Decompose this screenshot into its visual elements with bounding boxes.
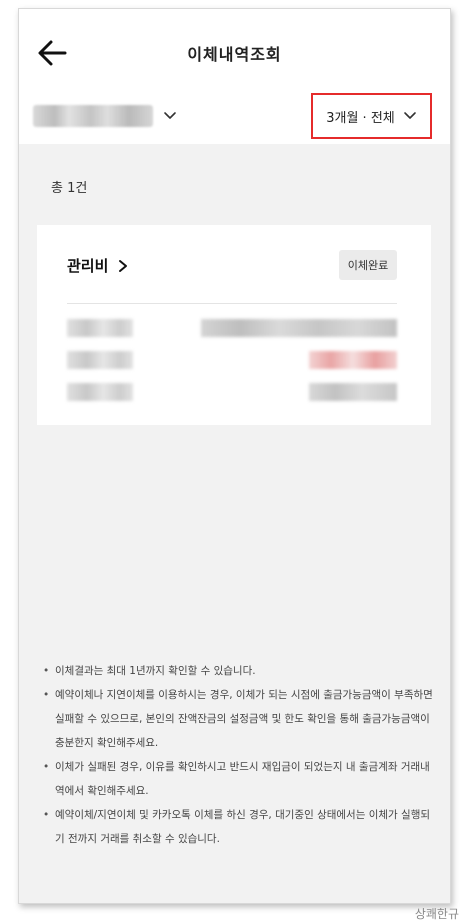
transfer-title-link[interactable]: 관리비 — [67, 255, 128, 276]
app-screen: 이체내역조회 3개월 · 전체 총 1건 관리비 이체완료 • 이체결과는 최대… — [18, 8, 451, 904]
notice-list: 이체결과는 최대 1년까지 확인할 수 있습니다. 예약이체나 지연이체를 이용… — [43, 659, 433, 851]
total-count: 총 1건 — [51, 181, 88, 196]
detail-row — [67, 381, 397, 403]
period-filter-label: 3개월 · 전체 — [326, 110, 395, 126]
masked-label — [67, 383, 133, 401]
detail-row — [67, 349, 397, 371]
detail-row — [67, 317, 397, 339]
masked-label — [67, 351, 133, 369]
account-select[interactable] — [33, 101, 177, 131]
period-filter-select[interactable]: 3개월 · 전체 — [311, 93, 432, 139]
notice-item: 이체결과는 최대 1년까지 확인할 수 있습니다. — [43, 659, 433, 683]
transfer-title: 관리비 — [67, 257, 109, 275]
masked-value — [201, 319, 397, 337]
chevron-down-icon — [403, 112, 416, 119]
notice-item: 예약이체/지연이체 및 카카오톡 이체를 하신 경우, 대기중인 상태에서는 이… — [43, 803, 433, 851]
chevron-right-icon — [119, 259, 128, 272]
status-badge: 이체완료 — [339, 250, 397, 280]
masked-account-number — [33, 105, 153, 127]
notice-item: 이체가 실패된 경우, 이유를 확인하시고 반드시 재입금이 되었는지 내 출금… — [43, 755, 433, 803]
chevron-down-icon — [164, 112, 176, 119]
divider — [67, 303, 397, 304]
top-bar: 이체내역조회 3개월 · 전체 — [19, 9, 450, 144]
masked-value — [309, 383, 397, 401]
notice-item: 예약이체나 지연이체를 이용하시는 경우, 이체가 되는 시점에 출금가능금액이… — [43, 683, 433, 755]
masked-label — [67, 319, 133, 337]
page-title: 이체내역조회 — [187, 45, 282, 64]
watermark: 상쾌한규 — [414, 907, 459, 921]
transfer-card: 관리비 이체완료 — [37, 225, 431, 425]
masked-amount — [309, 351, 397, 369]
